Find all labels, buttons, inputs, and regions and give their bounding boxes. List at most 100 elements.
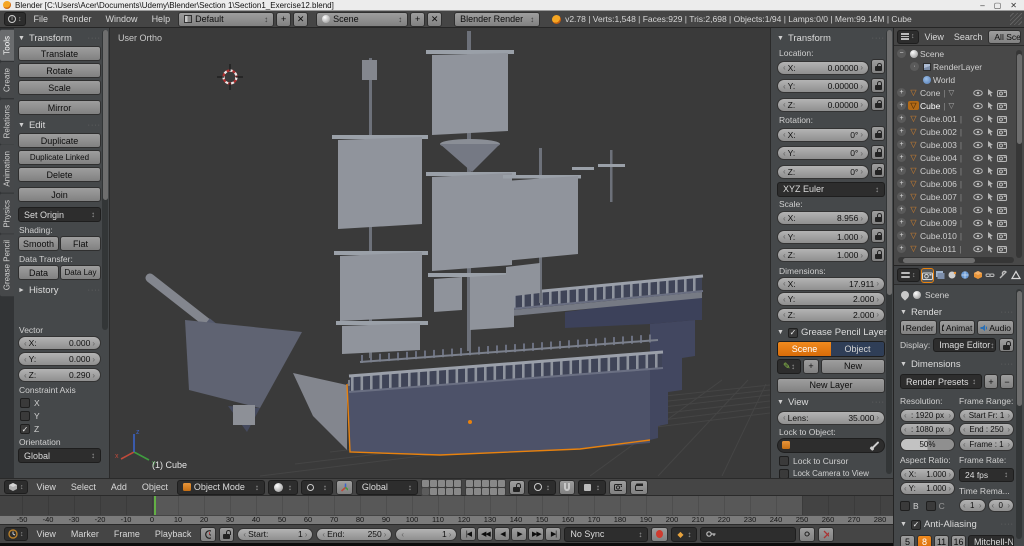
editor-type-selector-outliner[interactable] bbox=[897, 29, 919, 44]
menu-render[interactable]: Render bbox=[56, 14, 98, 24]
expander-icon[interactable]: + bbox=[897, 179, 906, 188]
manipulator-toggle[interactable] bbox=[335, 479, 353, 495]
outliner-row[interactable]: + ▽ Cube | ▽ bbox=[894, 99, 1024, 112]
layer-toggle[interactable] bbox=[453, 487, 461, 495]
layer-toggle[interactable] bbox=[489, 479, 497, 487]
panel-header-grease-pencil[interactable]: Grease Pencil Layer bbox=[777, 325, 887, 341]
selectability-icon[interactable] bbox=[984, 88, 996, 97]
expander-icon[interactable]: + bbox=[897, 88, 906, 97]
rotation-x-field[interactable]: X:0° bbox=[777, 127, 869, 142]
layer-toggle[interactable] bbox=[437, 479, 445, 487]
outliner-filter-dropdown[interactable]: All Scenes bbox=[988, 29, 1021, 44]
renderability-icon[interactable] bbox=[996, 89, 1008, 97]
expander-icon[interactable]: − bbox=[897, 49, 906, 58]
outliner-row[interactable]: + ▽ Cube.007 | bbox=[894, 190, 1024, 203]
selectability-icon[interactable] bbox=[984, 153, 996, 162]
visibility-icon[interactable] bbox=[972, 141, 984, 149]
layer-toggle[interactable] bbox=[489, 487, 497, 495]
panel-header-render[interactable]: Render···· bbox=[900, 304, 1014, 320]
vector-y-field[interactable]: Y:0.000 bbox=[18, 352, 101, 366]
menu-tl-marker[interactable]: Marker bbox=[65, 529, 105, 539]
lock-rotation-x-button[interactable] bbox=[871, 126, 885, 141]
lock-camera-checkbox[interactable] bbox=[779, 468, 789, 478]
delete-keyframe-button[interactable] bbox=[818, 526, 835, 542]
expander-icon[interactable]: + bbox=[897, 101, 906, 110]
layer-toggle[interactable] bbox=[421, 479, 429, 487]
insert-keyframe-button[interactable] bbox=[799, 526, 816, 542]
resolution-percentage-slider[interactable]: 50% bbox=[900, 437, 955, 451]
auto-keyframe-button[interactable] bbox=[651, 526, 669, 542]
lock-object-field[interactable] bbox=[777, 437, 885, 453]
renderability-icon[interactable] bbox=[996, 102, 1008, 110]
lock-location-x-button[interactable] bbox=[871, 59, 885, 74]
outliner-row[interactable]: + ▽ Cube.011 | bbox=[894, 242, 1024, 255]
vector-z-field[interactable]: Z:0.290 bbox=[18, 368, 101, 382]
panel-header-history[interactable]: History···· bbox=[18, 282, 101, 298]
editor-type-selector-props[interactable] bbox=[897, 268, 920, 282]
eyedropper-icon[interactable] bbox=[871, 441, 880, 449]
prev-keyframe-button[interactable]: ◀◀ bbox=[477, 527, 494, 541]
add-scene-button[interactable]: + bbox=[410, 11, 426, 27]
panel-header-view[interactable]: View···· bbox=[777, 395, 885, 411]
lock-time-button[interactable] bbox=[219, 526, 235, 542]
layer-toggle[interactable] bbox=[465, 487, 473, 495]
pin-icon[interactable] bbox=[899, 289, 911, 301]
constraint-x-checkbox[interactable] bbox=[20, 398, 30, 408]
crop-checkbox[interactable] bbox=[925, 500, 936, 511]
outliner-row[interactable]: · RenderLayer bbox=[894, 60, 1024, 73]
visibility-icon[interactable] bbox=[972, 115, 984, 123]
preview-range-button[interactable] bbox=[200, 526, 217, 542]
panel-header-transform-n[interactable]: Transform···· bbox=[777, 30, 885, 46]
next-keyframe-button[interactable]: ▶▶ bbox=[528, 527, 545, 541]
location-x-field[interactable]: X:0.00000 bbox=[777, 60, 869, 75]
gp-new-button[interactable]: New bbox=[821, 358, 885, 374]
rotation-y-field[interactable]: Y:0° bbox=[777, 146, 869, 160]
render-presets-dropdown[interactable]: Render Presets bbox=[900, 374, 982, 389]
timeline-track[interactable]: -50 -40 -30 -20 -10 0 10 20 30 40 50 60 70 80 90 100 110… bbox=[0, 496, 893, 524]
render-button[interactable]: Render bbox=[900, 320, 937, 335]
constraint-z-checkbox[interactable] bbox=[20, 424, 30, 434]
expander-icon[interactable]: + bbox=[897, 192, 906, 201]
jump-to-start-button[interactable]: |◀ bbox=[460, 527, 477, 541]
remove-preset-button[interactable]: − bbox=[1000, 374, 1014, 389]
visibility-icon[interactable] bbox=[972, 193, 984, 201]
menu-3d-view[interactable]: View bbox=[31, 482, 62, 492]
menu-tl-frame[interactable]: Frame bbox=[108, 529, 146, 539]
selectability-icon[interactable] bbox=[984, 244, 996, 253]
layer-toggle[interactable] bbox=[429, 487, 437, 495]
render-audio-button[interactable]: Audio bbox=[977, 320, 1015, 335]
aspect-y-field[interactable]: Y:1.000 bbox=[900, 482, 955, 495]
renderability-icon[interactable] bbox=[996, 193, 1008, 201]
layer-toggle[interactable] bbox=[497, 479, 505, 487]
play-button[interactable]: ▶ bbox=[511, 527, 528, 541]
gp-brush-dropdown[interactable]: ✎ bbox=[777, 358, 801, 374]
tab-physics[interactable]: Physics bbox=[0, 193, 14, 234]
vector-x-field[interactable]: X:0.000 bbox=[18, 336, 101, 350]
panel-header-dimensions[interactable]: Dimensions···· bbox=[900, 356, 1014, 372]
scale-x-field[interactable]: X:8.956 bbox=[777, 211, 869, 225]
lock-location-z-button[interactable] bbox=[871, 96, 885, 111]
orientation-dropdown[interactable]: Global bbox=[18, 448, 101, 463]
duplicate-button[interactable]: Duplicate bbox=[18, 133, 101, 148]
tab-grease-pencil[interactable]: Grease Pencil bbox=[0, 234, 14, 297]
menu-3d-select[interactable]: Select bbox=[65, 482, 102, 492]
expander-icon[interactable]: + bbox=[897, 244, 906, 253]
selectability-icon[interactable] bbox=[984, 231, 996, 240]
menu-outliner-view[interactable]: View bbox=[921, 32, 948, 42]
lock-scene-layers-button[interactable] bbox=[508, 479, 525, 495]
tab-relations[interactable]: Relations bbox=[0, 98, 14, 145]
location-y-field[interactable]: Y:0.00000 bbox=[777, 79, 869, 93]
aa-filter-dropdown[interactable]: Mitchell-N bbox=[968, 534, 1014, 546]
renderability-icon[interactable] bbox=[996, 219, 1008, 227]
layer-toggle[interactable] bbox=[445, 487, 453, 495]
dim-x-field[interactable]: X:17.911 bbox=[777, 276, 885, 291]
frame-step-field[interactable]: Frame : 1 bbox=[959, 437, 1014, 451]
scene-selector[interactable]: Scene bbox=[316, 11, 409, 27]
viewport-shading-dropdown[interactable] bbox=[267, 479, 298, 495]
outliner-row[interactable]: − Scene bbox=[894, 47, 1024, 60]
expander-icon[interactable]: + bbox=[897, 114, 906, 123]
outliner-hscrollbar[interactable] bbox=[898, 257, 1014, 263]
outliner-row[interactable]: + ▽ Cube.006 | bbox=[894, 177, 1024, 190]
outliner-row[interactable]: + ▽ Cube.010 | bbox=[894, 229, 1024, 242]
transform-orientation-dropdown[interactable]: Global bbox=[355, 479, 418, 495]
